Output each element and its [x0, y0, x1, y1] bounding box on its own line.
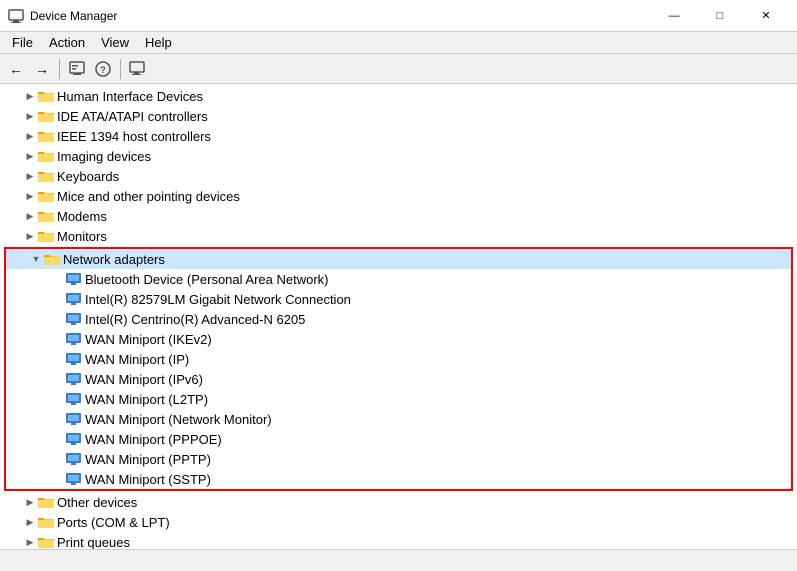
item-label-monitors: Monitors	[57, 229, 107, 244]
window-title: Device Manager	[30, 9, 651, 23]
item-label-wan-ikev2: WAN Miniport (IKEv2)	[85, 332, 212, 347]
item-icon-ieee-1394	[38, 129, 54, 143]
item-label-ieee-1394: IEEE 1394 host controllers	[57, 129, 211, 144]
tree-item-network-adapters[interactable]: ▼ Network adapters	[6, 249, 791, 269]
menu-view[interactable]: View	[93, 33, 137, 52]
item-label-wan-pptp: WAN Miniport (PPTP)	[85, 452, 211, 467]
main-layout: ▶ Human Interface Devices ▶ IDE ATA/ATAP…	[0, 84, 797, 549]
tree-item-ide-atapi[interactable]: ▶ IDE ATA/ATAPI controllers	[0, 106, 797, 126]
item-icon-wan-sstp	[66, 472, 82, 486]
toolbar-separator-1	[59, 59, 60, 79]
toolbar-properties-button[interactable]	[65, 57, 89, 81]
item-icon-wan-network-monitor	[66, 412, 82, 426]
item-label-print-queues: Print queues	[57, 535, 130, 550]
toolbar-separator-2	[120, 59, 121, 79]
tree-item-mice[interactable]: ▶ Mice and other pointing devices	[0, 186, 797, 206]
toolbar-monitor-button[interactable]	[126, 57, 150, 81]
tree-item-monitors[interactable]: ▶ Monitors	[0, 226, 797, 246]
item-label-ports: Ports (COM & LPT)	[57, 515, 170, 530]
item-icon-wan-ipv6	[66, 372, 82, 386]
toolbar-back-button[interactable]: ←	[4, 57, 28, 81]
tree-item-bluetooth[interactable]: Bluetooth Device (Personal Area Network)	[6, 269, 791, 289]
toolbar-help-button[interactable]: ?	[91, 57, 115, 81]
tree-item-wan-ip[interactable]: WAN Miniport (IP)	[6, 349, 791, 369]
tree-item-wan-network-monitor[interactable]: WAN Miniport (Network Monitor)	[6, 409, 791, 429]
tree-item-wan-ipv6[interactable]: WAN Miniport (IPv6)	[6, 369, 791, 389]
item-label-intel-82579: Intel(R) 82579LM Gigabit Network Connect…	[85, 292, 351, 307]
title-bar: Device Manager — □ ✕	[0, 0, 797, 32]
menu-help[interactable]: Help	[137, 33, 180, 52]
item-label-wan-network-monitor: WAN Miniport (Network Monitor)	[85, 412, 272, 427]
item-label-wan-pppoe: WAN Miniport (PPPOE)	[85, 432, 222, 447]
item-label-intel-centrino: Intel(R) Centrino(R) Advanced-N 6205	[85, 312, 305, 327]
item-icon-keyboards	[38, 169, 54, 183]
minimize-button[interactable]: —	[651, 0, 697, 32]
tree-item-imaging[interactable]: ▶ Imaging devices	[0, 146, 797, 166]
app-icon	[8, 8, 24, 24]
item-label-wan-ipv6: WAN Miniport (IPv6)	[85, 372, 203, 387]
tree-item-wan-l2tp[interactable]: WAN Miniport (L2TP)	[6, 389, 791, 409]
item-label-wan-l2tp: WAN Miniport (L2TP)	[85, 392, 208, 407]
item-icon-intel-82579	[66, 292, 82, 306]
item-label-wan-ip: WAN Miniport (IP)	[85, 352, 189, 367]
item-icon-wan-pptp	[66, 452, 82, 466]
menu-bar: File Action View Help	[0, 32, 797, 54]
item-icon-mice	[38, 189, 54, 203]
menu-file[interactable]: File	[4, 33, 41, 52]
item-icon-wan-l2tp	[66, 392, 82, 406]
item-icon-ide-atapi	[38, 109, 54, 123]
item-label-ide-atapi: IDE ATA/ATAPI controllers	[57, 109, 208, 124]
item-icon-wan-pppoe	[66, 432, 82, 446]
tree-item-modems[interactable]: ▶ Modems	[0, 206, 797, 226]
menu-action[interactable]: Action	[41, 33, 93, 52]
item-icon-print-queues	[38, 535, 54, 549]
tree-item-intel-82579[interactable]: Intel(R) 82579LM Gigabit Network Connect…	[6, 289, 791, 309]
item-label-modems: Modems	[57, 209, 107, 224]
item-icon-human-interface	[38, 89, 54, 103]
svg-text:?: ?	[100, 65, 106, 75]
item-label-network-adapters: Network adapters	[63, 252, 165, 267]
item-icon-wan-ikev2	[66, 332, 82, 346]
item-label-other-devices: Other devices	[57, 495, 137, 510]
item-label-keyboards: Keyboards	[57, 169, 119, 184]
toolbar-forward-button[interactable]: →	[30, 57, 54, 81]
maximize-button[interactable]: □	[697, 0, 743, 32]
item-icon-other-devices	[38, 495, 54, 509]
item-icon-bluetooth	[66, 272, 82, 286]
window-controls: — □ ✕	[651, 0, 789, 32]
item-icon-network-adapters	[44, 252, 60, 266]
network-section: ▼ Network adapters Bluetooth Device (Per…	[4, 247, 793, 491]
toolbar: ← → ?	[0, 54, 797, 84]
tree-item-wan-ikev2[interactable]: WAN Miniport (IKEv2)	[6, 329, 791, 349]
tree-item-other-devices[interactable]: ▶ Other devices	[0, 492, 797, 512]
tree-item-print-queues[interactable]: ▶ Print queues	[0, 532, 797, 549]
item-icon-imaging	[38, 149, 54, 163]
item-icon-ports	[38, 515, 54, 529]
tree-item-ieee-1394[interactable]: ▶ IEEE 1394 host controllers	[0, 126, 797, 146]
item-icon-modems	[38, 209, 54, 223]
item-label-wan-sstp: WAN Miniport (SSTP)	[85, 472, 211, 487]
tree-item-wan-sstp[interactable]: WAN Miniport (SSTP)	[6, 469, 791, 489]
tree-item-ports[interactable]: ▶ Ports (COM & LPT)	[0, 512, 797, 532]
item-label-human-interface: Human Interface Devices	[57, 89, 203, 104]
item-label-imaging: Imaging devices	[57, 149, 151, 164]
tree-item-human-interface[interactable]: ▶ Human Interface Devices	[0, 86, 797, 106]
item-label-mice: Mice and other pointing devices	[57, 189, 240, 204]
tree-item-wan-pptp[interactable]: WAN Miniport (PPTP)	[6, 449, 791, 469]
item-icon-intel-centrino	[66, 312, 82, 326]
item-label-bluetooth: Bluetooth Device (Personal Area Network)	[85, 272, 329, 287]
tree-item-intel-centrino[interactable]: Intel(R) Centrino(R) Advanced-N 6205	[6, 309, 791, 329]
tree-item-keyboards[interactable]: ▶ Keyboards	[0, 166, 797, 186]
tree-item-wan-pppoe[interactable]: WAN Miniport (PPPOE)	[6, 429, 791, 449]
item-icon-monitors	[38, 229, 54, 243]
item-icon-wan-ip	[66, 352, 82, 366]
close-button[interactable]: ✕	[743, 0, 789, 32]
device-tree[interactable]: ▶ Human Interface Devices ▶ IDE ATA/ATAP…	[0, 84, 797, 549]
status-bar	[0, 549, 797, 571]
